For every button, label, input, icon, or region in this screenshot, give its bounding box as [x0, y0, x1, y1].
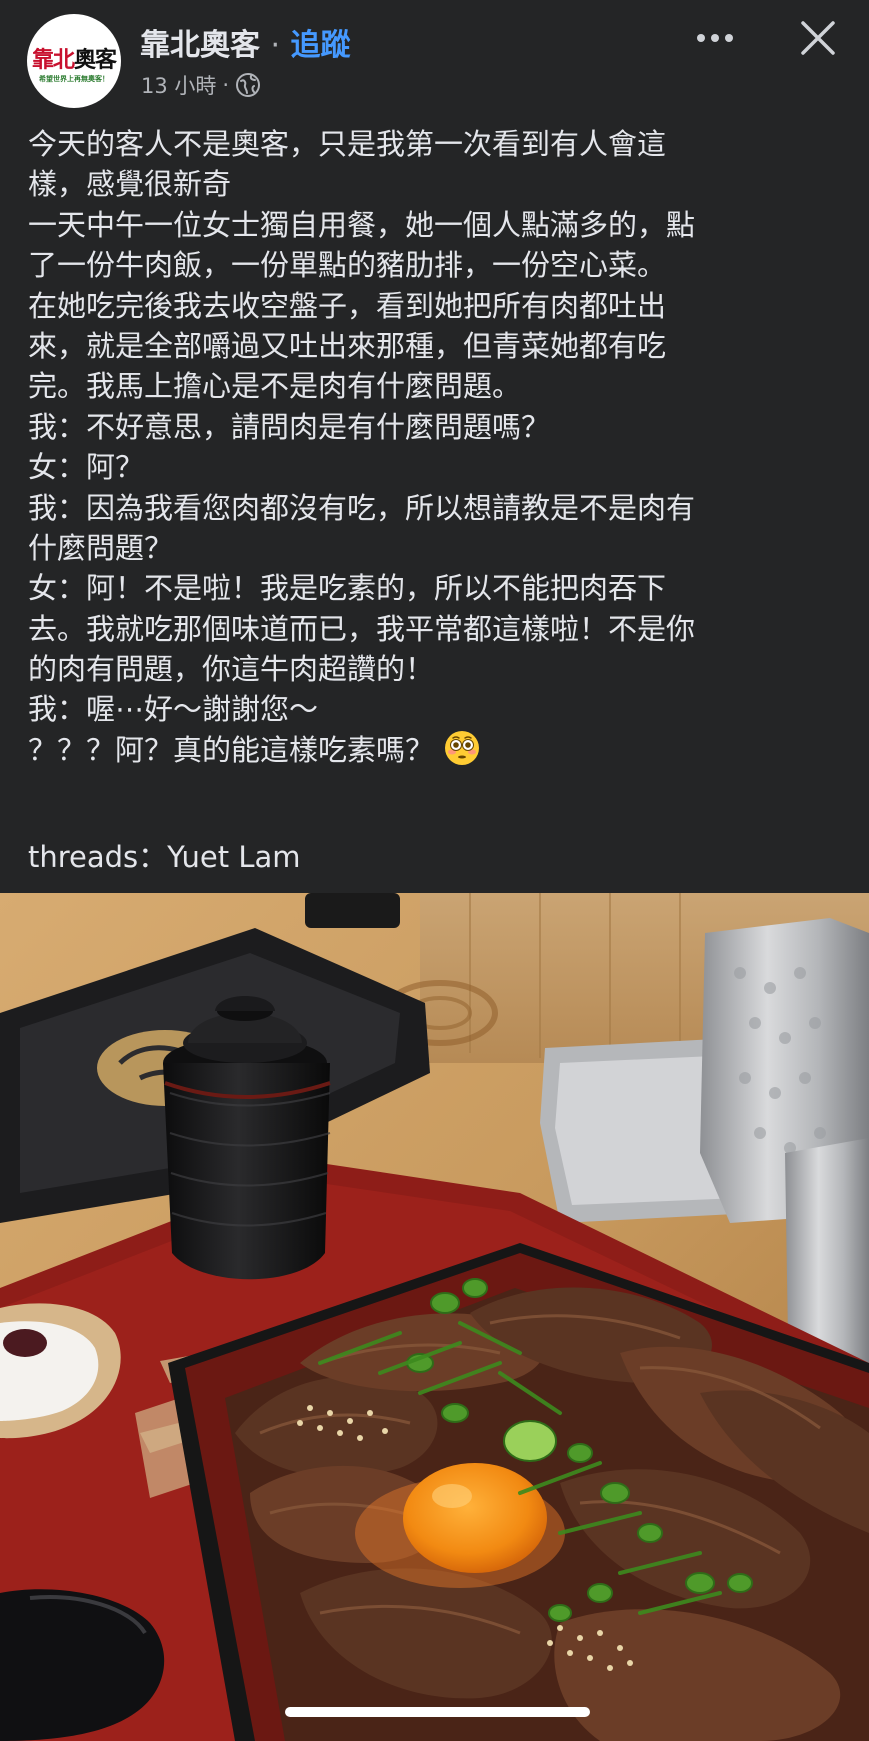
post-text-line-content: 了一份牛肉飯，一份單點的豬肋排，一份空心菜。 [28, 248, 667, 283]
meta-separator: · [222, 73, 230, 97]
avatar-logo: 靠北奧客 [31, 47, 117, 73]
post-text-line: 我：因為我看您肉都沒有吃，所以想請教是不是肉有 [28, 488, 848, 528]
post-text-line-content: 我：喔⋯好～謝謝您～ [28, 692, 319, 727]
page-avatar[interactable]: 靠北奧客 希望世界上再無奧客！ [27, 14, 121, 108]
post-text-line: 我：不好意思，請問肉是有什麼問題嗎？ [28, 407, 848, 447]
post-text-line: 的肉有問題，你這牛肉超讚的！ [28, 649, 848, 689]
post-text-line: 去。我就吃那個味道而已，我平常都這樣啦！不是你 [28, 609, 848, 649]
post-text-line: 一天中午一位女士獨自用餐，她一個人點滿多的，點 [28, 205, 848, 245]
post-text-line-content: 今天的客人不是奧客，只是我第一次看到有人會這 [28, 127, 667, 161]
post-text-line-content: 女：阿？ [28, 450, 145, 485]
post-text-line-content: 去。我就吃那個味道而已，我平常都這樣啦！不是你 [28, 611, 696, 646]
post-text-line: 什麼問題？ [28, 528, 848, 568]
post-text-line: 我：喔⋯好～謝謝您～ [28, 689, 848, 729]
post-text-line-content: 女：阿！不是啦！我是吃素的，所以不能把肉吞下 [28, 571, 667, 606]
post-text-line: 了一份牛肉飯，一份單點的豬肋排，一份空心菜。 [28, 245, 848, 285]
post-text-line: 在她吃完後我去收空盤子，看到她把所有肉都吐出 [28, 286, 848, 326]
name-separator: · [270, 28, 280, 63]
post-text-line-content: 我：因為我看您肉都沒有吃，所以想請教是不是肉有 [28, 490, 696, 525]
post-text-line: 來，就是全部嚼過又吐出來那種，但青菜她都有吃 [28, 326, 848, 366]
post-text-line-content: ？？？阿？真的能這樣吃素嗎？ [28, 732, 435, 767]
post-text-line-content: 來，就是全部嚼過又吐出來那種，但青菜她都有吃 [28, 328, 667, 363]
post-text-line: ？？？阿？真的能這樣吃素嗎？ [28, 730, 848, 770]
post-meta: 13 小時 · [141, 70, 261, 100]
post-text-line-content: 什麼問題？ [28, 530, 174, 565]
post-timestamp[interactable]: 13 小時 [141, 70, 216, 100]
post-body: 今天的客人不是奧客，只是我第一次看到有人會這 樣，感覺很新奇一天中午一位女士獨自用… [28, 124, 848, 770]
page-name[interactable]: 靠北奧客 [140, 28, 260, 63]
page-title-row: 靠北奧客 · 追蹤 [140, 20, 350, 64]
flushed-face-emoji-icon [445, 730, 480, 765]
avatar-tagline: 希望世界上再無奧客！ [39, 75, 109, 83]
globe-icon [236, 73, 261, 97]
post-text-line: 今天的客人不是奧客，只是我第一次看到有人會這 [28, 124, 848, 164]
post-text-line-content: 我：不好意思，請問肉是有什麼問題嗎？ [28, 409, 551, 444]
post-photo[interactable] [0, 893, 869, 1741]
post-text-line-content: 樣，感覺很新奇 [28, 167, 232, 202]
post-text-line-content: 一天中午一位女士獨自用餐，她一個人點滿多的，點 [28, 207, 696, 242]
post-credit: threads：Yuet Lam [28, 840, 301, 874]
post-header: 靠北奧客 希望世界上再無奧客！ 靠北奧客 · 追蹤 13 小時 · [0, 0, 869, 110]
more-options-icon[interactable] [695, 30, 735, 46]
post-text-line-content: 的肉有問題，你這牛肉超讚的！ [28, 652, 435, 687]
follow-button[interactable]: 追蹤 [290, 28, 350, 63]
post-text-line: 樣，感覺很新奇 [28, 164, 848, 204]
gyudon-photo [0, 893, 869, 1741]
post-text-line-content: 完。我馬上擔心是不是肉有什麼問題。 [28, 369, 522, 404]
post-text-line: 女：阿？ [28, 447, 848, 487]
post-text-line-content: 在她吃完後我去收空盤子，看到她把所有肉都吐出 [28, 288, 667, 323]
home-indicator[interactable] [285, 1707, 590, 1717]
post-text-line: 完。我馬上擔心是不是肉有什麼問題。 [28, 366, 848, 406]
close-icon[interactable] [798, 18, 838, 58]
post-text-line: 女：阿！不是啦！我是吃素的，所以不能把肉吞下 [28, 568, 848, 608]
